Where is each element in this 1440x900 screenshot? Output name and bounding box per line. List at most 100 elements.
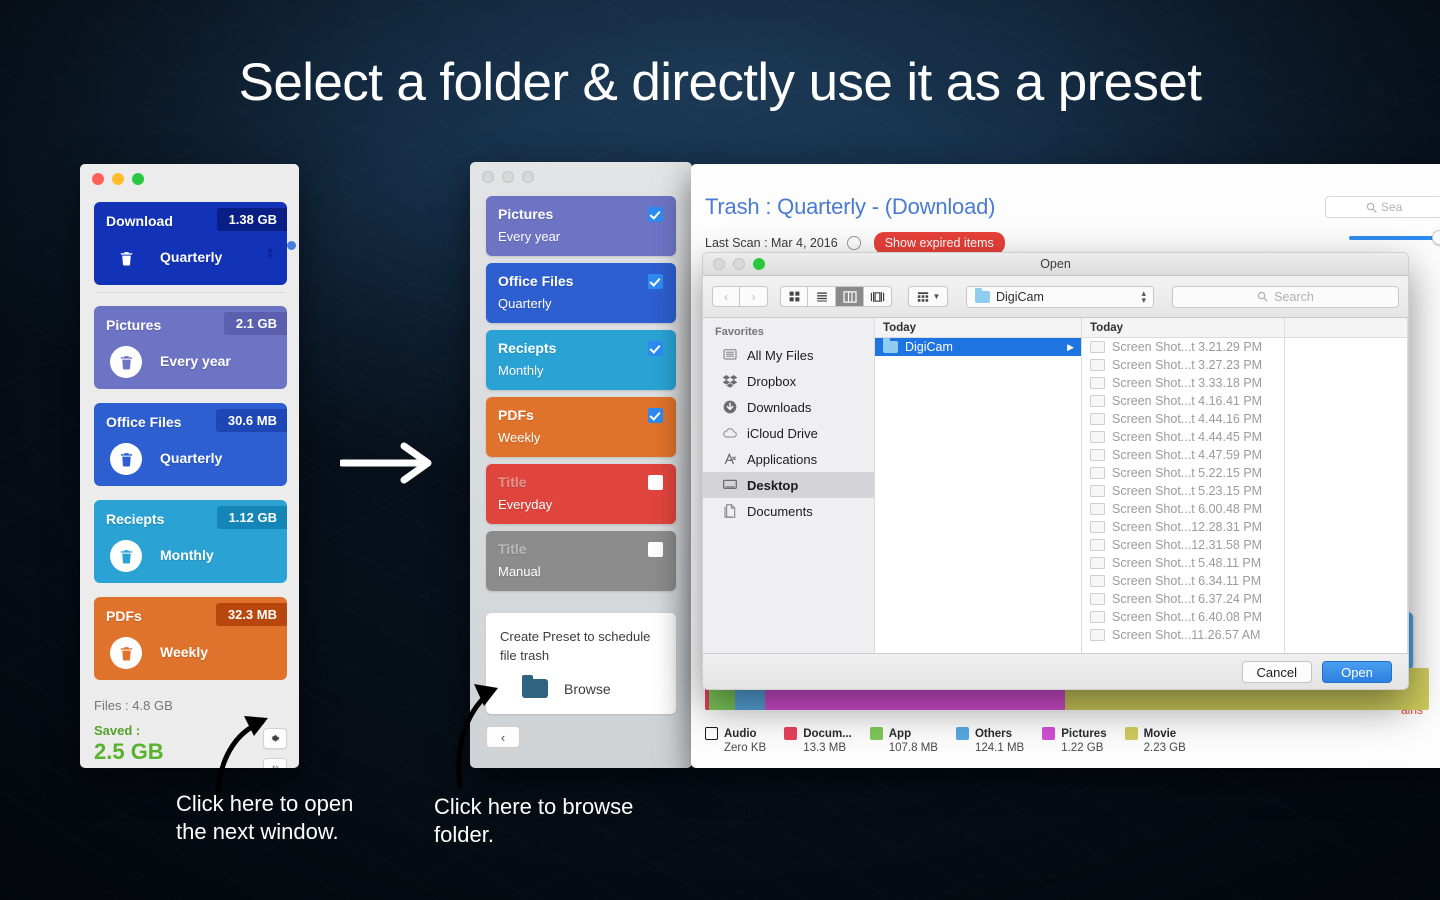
- dialog-search-input[interactable]: Search: [1172, 285, 1399, 308]
- file-row[interactable]: Screen Shot...11.26.57 AM: [1082, 626, 1284, 644]
- legend-swatch: [955, 727, 969, 740]
- zoom-slider-knob[interactable]: [1432, 230, 1440, 245]
- list-view-button[interactable]: [808, 286, 836, 307]
- file-row[interactable]: Screen Shot...t 4.44.45 PM: [1082, 428, 1284, 446]
- file-row[interactable]: Screen Shot...t 4.47.59 PM: [1082, 446, 1284, 464]
- documents-icon: [721, 503, 738, 520]
- file-row[interactable]: Screen Shot...t 3.21.29 PM: [1082, 338, 1284, 356]
- sidebar-item-label: Dropbox: [747, 373, 797, 389]
- preset-list-item[interactable]: Title Everyday: [486, 464, 676, 524]
- legend-item: Pictures 1.22 GB: [1042, 727, 1107, 754]
- sidebar-item-desktop[interactable]: Desktop: [703, 472, 874, 498]
- preset-card[interactable]: PDFs 32.3 MB Weekly: [94, 597, 287, 680]
- preset-size: 2.1 GB: [223, 312, 287, 335]
- preset-list-item[interactable]: PDFs Weekly: [486, 397, 676, 457]
- file-row[interactable]: Screen Shot...12.28.31 PM: [1082, 518, 1284, 536]
- sidebar-item-all-my-files[interactable]: All My Files: [703, 342, 874, 368]
- file-row[interactable]: Screen Shot...t 6.37.24 PM: [1082, 590, 1284, 608]
- icon-view-button[interactable]: [780, 286, 808, 307]
- image-file-icon: [1090, 539, 1105, 551]
- search-input[interactable]: Sea: [1325, 196, 1440, 218]
- preset-list-item[interactable]: Title Manual: [486, 531, 676, 591]
- preset-checkbox[interactable]: [648, 542, 663, 557]
- file-name: Screen Shot...t 3.27.23 PM: [1112, 358, 1263, 372]
- open-button[interactable]: Open: [1322, 661, 1392, 683]
- sidebar-item-dropbox[interactable]: Dropbox: [703, 368, 874, 394]
- show-expired-items-button[interactable]: Show expired items: [873, 232, 1005, 254]
- preset-card[interactable]: Office Files 30.6 MB Quarterly: [94, 403, 287, 486]
- file-row[interactable]: Screen Shot...t 5.22.15 PM: [1082, 464, 1284, 482]
- cancel-button[interactable]: Cancel: [1241, 661, 1312, 683]
- nav-back-button[interactable]: ‹: [712, 286, 740, 307]
- zoom-slider-track[interactable]: [1349, 236, 1440, 240]
- preset-selection-window: Pictures Every year Office Files Quarter…: [470, 162, 692, 768]
- preset-frequency: Weekly: [160, 644, 208, 660]
- legend-swatch: [705, 727, 718, 740]
- file-row[interactable]: Screen Shot...t 6.00.48 PM: [1082, 500, 1284, 518]
- sidebar-item-applications[interactable]: Applications: [703, 446, 874, 472]
- file-row[interactable]: Screen Shot...t 4.44.16 PM: [1082, 410, 1284, 428]
- sidebar-item-icloud-drive[interactable]: iCloud Drive: [703, 420, 874, 446]
- legend-name: Pictures: [1061, 727, 1107, 740]
- maximize-button[interactable]: [522, 171, 534, 183]
- file-name: Screen Shot...t 5.23.15 PM: [1112, 484, 1263, 498]
- preset-list-item[interactable]: Pictures Every year: [486, 196, 676, 256]
- image-file-icon: [1090, 413, 1105, 425]
- file-name: Screen Shot...t 4.16.41 PM: [1112, 394, 1263, 408]
- folder-name: DigiCam: [905, 340, 953, 354]
- file-row[interactable]: Screen Shot...t 6.40.08 PM: [1082, 608, 1284, 626]
- preset-list-item[interactable]: Office Files Quarterly: [486, 263, 676, 323]
- frequency-stepper[interactable]: ▴ ▾: [267, 243, 273, 262]
- current-folder-label: DigiCam: [996, 289, 1044, 304]
- preset-checkbox[interactable]: [648, 274, 663, 289]
- trash-icon-wrap: [110, 637, 142, 669]
- file-row[interactable]: Screen Shot...t 4.16.41 PM: [1082, 392, 1284, 410]
- create-preset-box: Create Preset to schedule file trash Bro…: [486, 613, 676, 714]
- folder-icon: [883, 338, 898, 353]
- preset-checkbox[interactable]: [648, 408, 663, 423]
- coverflow-view-button[interactable]: [864, 286, 892, 307]
- preset-card[interactable]: Reciepts 1.12 GB Monthly: [94, 500, 287, 583]
- legend-value: 2.23 GB: [1143, 742, 1186, 754]
- preset-card[interactable]: Pictures 2.1 GB Every year: [94, 306, 287, 389]
- close-button[interactable]: [92, 173, 104, 185]
- preset-frequency: Monthly: [160, 547, 214, 563]
- scan-status-row: Last Scan : Mar 4, 2016 Show expired ite…: [705, 232, 1440, 254]
- window2-traffic-lights[interactable]: [482, 171, 692, 183]
- column-view-button[interactable]: [836, 286, 864, 307]
- sidebar-item-documents[interactable]: Documents: [703, 498, 874, 524]
- refresh-icon[interactable]: [846, 236, 861, 250]
- sidebar-item-label: Applications: [747, 451, 818, 467]
- minimize-button[interactable]: [502, 171, 514, 183]
- file-row[interactable]: Screen Shot...t 6.34.11 PM: [1082, 572, 1284, 590]
- preset-list-item[interactable]: Reciepts Monthly: [486, 330, 676, 390]
- image-file-icon: [1090, 377, 1105, 389]
- folder-row[interactable]: DigiCam ▶: [875, 338, 1081, 356]
- maximize-button[interactable]: [132, 173, 144, 185]
- window1-traffic-lights[interactable]: [92, 173, 299, 185]
- preset-checkbox[interactable]: [648, 341, 663, 356]
- page-headline: Select a folder & directly use it as a p…: [238, 53, 1202, 112]
- preset-name: Download: [106, 213, 173, 229]
- file-row[interactable]: Screen Shot...12.31.58 PM: [1082, 536, 1284, 554]
- callout-right-line1: Click here to browse: [434, 794, 634, 819]
- preset-name: Title: [498, 474, 527, 490]
- preset-card[interactable]: Download 1.38 GB Quarterly ▴ ▾: [94, 202, 287, 285]
- action-menu-button[interactable]: ▼: [908, 286, 948, 307]
- browse-row[interactable]: Browse: [500, 675, 662, 698]
- preset-frequency: Weekly: [498, 430, 541, 445]
- file-row[interactable]: Screen Shot...t 3.27.23 PM: [1082, 356, 1284, 374]
- sidebar-item-downloads[interactable]: Downloads: [703, 394, 874, 420]
- file-row[interactable]: Screen Shot...t 5.23.15 PM: [1082, 482, 1284, 500]
- preset-checkbox[interactable]: [648, 207, 663, 222]
- close-button[interactable]: [482, 171, 494, 183]
- folder-icon: [522, 675, 548, 698]
- nav-forward-button[interactable]: ›: [740, 286, 768, 307]
- preset-checkbox[interactable]: [648, 475, 663, 490]
- minimize-button[interactable]: [112, 173, 124, 185]
- path-popup-button[interactable]: DigiCam ▴ ▾: [966, 285, 1154, 308]
- file-row[interactable]: Screen Shot...t 5.48.11 PM: [1082, 554, 1284, 572]
- preset-name: Pictures: [498, 206, 554, 222]
- file-name: Screen Shot...11.26.57 AM: [1112, 628, 1261, 642]
- file-row[interactable]: Screen Shot...t 3.33.18 PM: [1082, 374, 1284, 392]
